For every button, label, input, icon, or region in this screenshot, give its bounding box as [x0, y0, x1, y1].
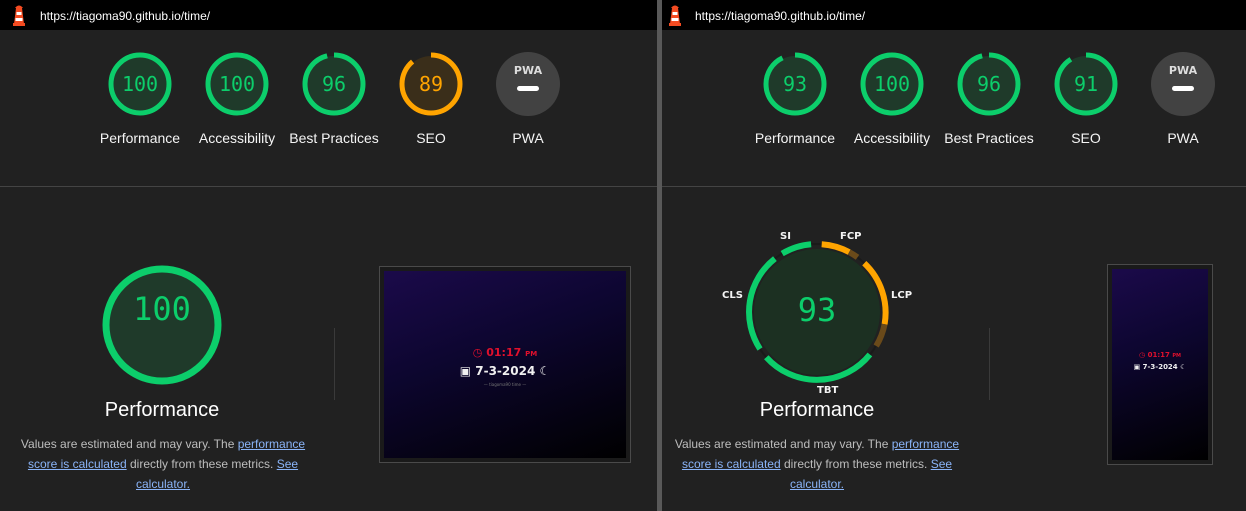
metric-label-cls: CLS [722, 290, 743, 301]
pwa-badge-text: PWA [1168, 64, 1198, 77]
vertical-separator [989, 328, 990, 400]
clock-icon: ◷ [472, 346, 487, 359]
screenshot-time: 01:17 [486, 346, 522, 359]
screenshot-time: 01:17 [1147, 351, 1170, 359]
screenshot-date: ▣ 7-3-2024 ☾ [1112, 363, 1208, 371]
metric-label-lcp: LCP [891, 290, 913, 301]
gauge-score: 96 [321, 72, 347, 96]
gauge-score: 91 [1073, 72, 1099, 96]
screenshot-ampm: PM [1172, 353, 1181, 359]
performance-score-large: 93 [797, 291, 837, 329]
gauge-score: 93 [782, 72, 808, 96]
gauge-score: 89 [418, 72, 444, 96]
final-screenshot[interactable]: ◷ 01:17 PM ▣ 7-3-2024 ☾ [1107, 264, 1213, 465]
lighthouse-logo-icon [669, 5, 681, 26]
pwa-badge-icon [496, 52, 560, 116]
final-screenshot[interactable]: ◷ 01:17 PM ▣ 7-3-2024 ☾ — tiagoma90 time… [379, 266, 631, 463]
screenshot-footer: — tiagoma90 time — [483, 382, 527, 387]
screenshot-date: ▣ 7-3-2024 ☾ [384, 364, 626, 378]
gauge-score: 96 [976, 72, 1002, 96]
clock-icon: ◷ [1139, 351, 1148, 359]
desc-text: directly from these metrics. [780, 457, 931, 471]
vertical-separator [334, 328, 335, 400]
gauge-score: 100 [121, 72, 159, 96]
gauge-score: 100 [218, 72, 256, 96]
desc-text: directly from these metrics. [126, 457, 277, 471]
pwa-badge-text: PWA [513, 64, 543, 77]
gauge-score: 100 [873, 72, 911, 96]
screenshot-clock: ◷ 01:17 PM [384, 346, 626, 359]
screenshot-date-text: 7-3-2024 [475, 364, 536, 378]
report-topbar: https://tiagoma90.github.io/time/ [0, 0, 657, 30]
screenshot-image: ◷ 01:17 PM ▣ 7-3-2024 ☾ [1112, 269, 1208, 460]
calendar-icon: ▣ [459, 364, 476, 378]
report-url[interactable]: https://tiagoma90.github.io/time/ [40, 9, 210, 23]
gauge-label: PWA [1167, 130, 1199, 146]
metric-label-fcp: FCP [840, 231, 862, 242]
metric-label-si: SI [780, 231, 791, 242]
performance-description: Values are estimated and may vary. The p… [18, 434, 308, 494]
screenshot-image: ◷ 01:17 PM ▣ 7-3-2024 ☾ — tiagoma90 time… [384, 271, 626, 458]
report-panel-right: https://tiagoma90.github.io/time/ 93 Per… [662, 0, 1246, 511]
performance-score-large: 100 [133, 290, 191, 328]
desc-text: Values are estimated and may vary. The [674, 437, 892, 451]
performance-title: Performance [759, 399, 875, 421]
section-divider [0, 186, 657, 187]
pwa-badge-icon [1151, 52, 1215, 116]
moon-icon: ☾ [1177, 363, 1187, 371]
calendar-icon: ▣ [1133, 363, 1143, 371]
report-panel-left: https://tiagoma90.github.io/time/ 100 Pe… [0, 0, 657, 511]
screenshot-clock: ◷ 01:17 PM [1112, 351, 1208, 359]
gauge-label: PWA [512, 130, 544, 146]
screenshot-date-text: 7-3-2024 [1142, 363, 1178, 371]
screenshot-ampm: PM [525, 350, 538, 358]
metric-label-tbt: TBT [817, 385, 839, 396]
report-url[interactable]: https://tiagoma90.github.io/time/ [695, 9, 865, 23]
moon-icon: ☾ [535, 364, 551, 378]
section-divider [662, 186, 1246, 187]
desc-text: Values are estimated and may vary. The [20, 437, 238, 451]
lighthouse-logo-icon [13, 5, 25, 26]
performance-title: Performance [104, 399, 220, 421]
performance-description: Values are estimated and may vary. The p… [672, 434, 962, 494]
report-topbar: https://tiagoma90.github.io/time/ [662, 0, 1246, 30]
